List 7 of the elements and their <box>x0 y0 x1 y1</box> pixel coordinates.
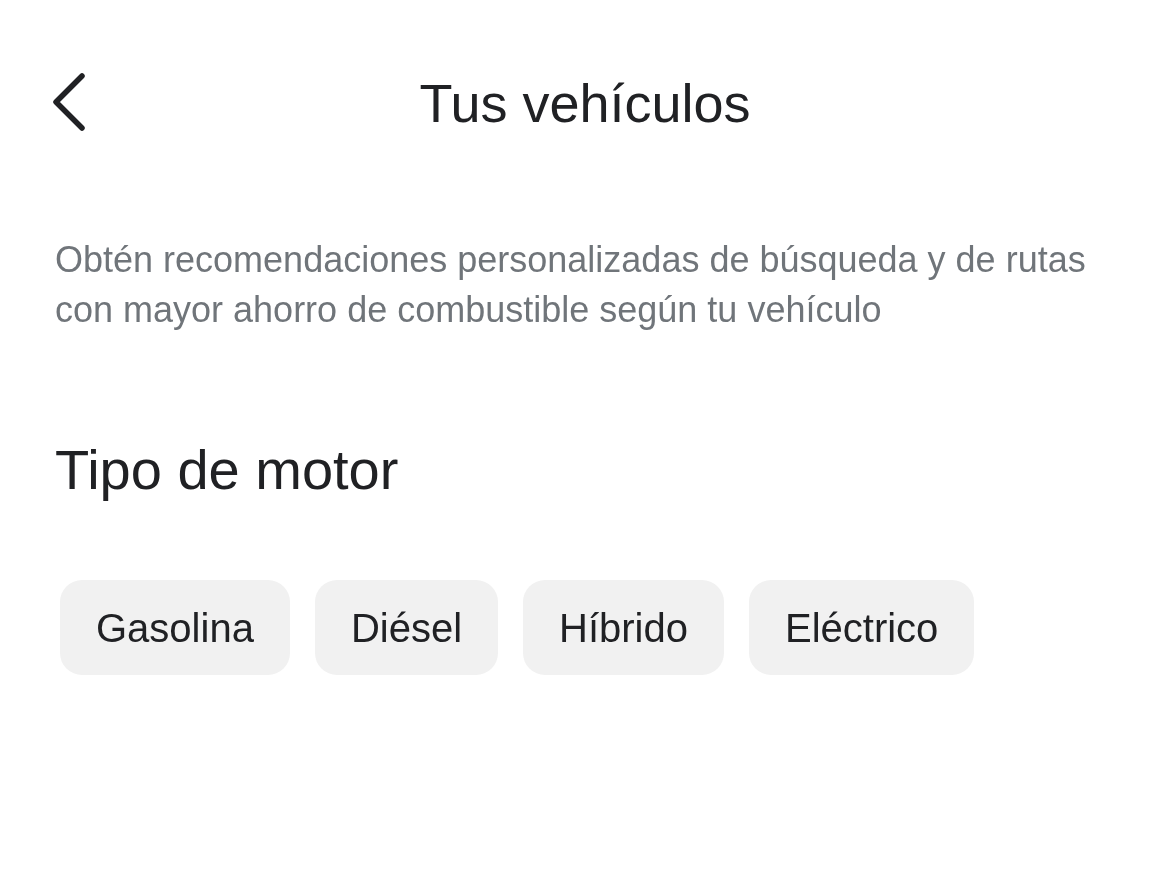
engine-type-chip[interactable]: Gasolina <box>60 580 290 675</box>
engine-type-chip[interactable]: Híbrido <box>523 580 724 675</box>
section-heading: Tipo de motor <box>55 437 400 503</box>
engine-type-chip[interactable]: Eléctrico <box>749 580 975 675</box>
description-text: Obtén recomendaciones personalizadas de búsqueda y de rutas con mayor ahorro de combustible según tu vehículo <box>55 238 1087 332</box>
engine-type-chip[interactable]: Diésel <box>314 580 499 675</box>
page-title: Tus vehículos <box>419 72 751 135</box>
